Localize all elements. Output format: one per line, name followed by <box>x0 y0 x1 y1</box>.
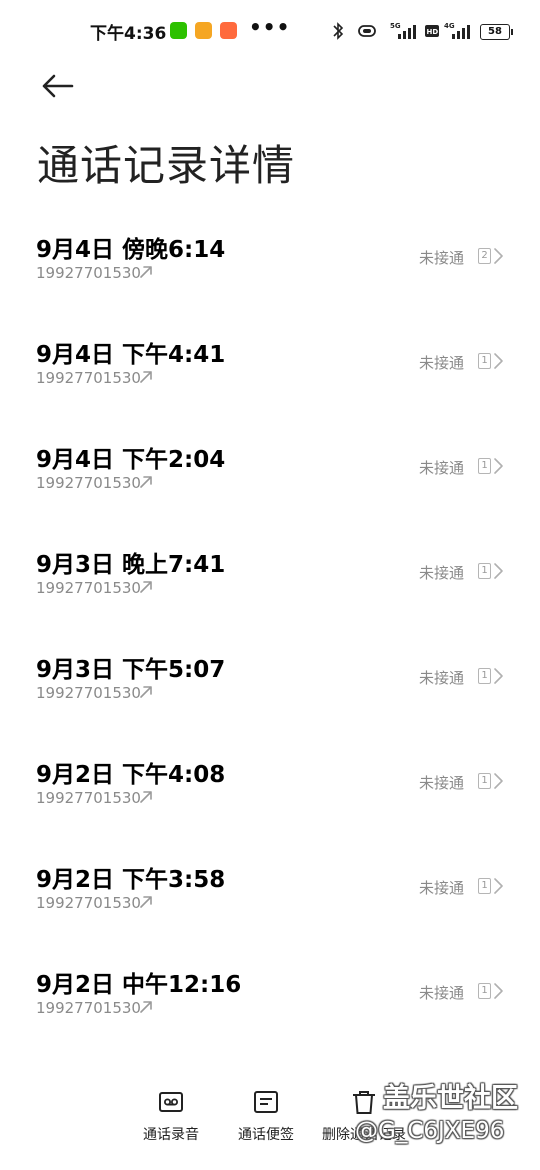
call-time: 9月3日 晚上7:41 <box>36 552 226 578</box>
call-recording-label: 通话录音 <box>143 1127 199 1143</box>
call-time: 9月3日 下午5:07 <box>36 657 226 683</box>
call-number: 19927701530 <box>36 684 141 702</box>
watermark-community: 盖乐世社区 <box>383 1083 518 1114</box>
call-recording-button[interactable]: 通话录音 <box>133 1082 209 1144</box>
call-attempt-count: 1 <box>478 353 491 369</box>
call-log-row[interactable]: 9月4日 下午2:04 19927701530 未接通 1 <box>0 420 540 525</box>
chevron-right-icon <box>494 248 503 264</box>
call-attempt-count: 1 <box>478 458 491 474</box>
chevron-right-icon <box>494 458 503 474</box>
wechat-icon <box>170 22 187 39</box>
call-log-row[interactable]: 9月2日 中午12:16 19927701530 未接通 1 <box>0 945 540 1050</box>
call-number: 19927701530 <box>36 894 141 912</box>
svg-text:5G: 5G <box>390 22 401 30</box>
call-log-row[interactable]: 9月3日 下午5:07 19927701530 未接通 1 <box>0 630 540 735</box>
call-status: 未接通 <box>419 249 465 267</box>
call-attempt-count: 1 <box>478 983 491 999</box>
call-log-row[interactable]: 9月4日 傍晚6:14 19927701530 未接通 2 <box>0 210 540 315</box>
shop-app-icon <box>220 22 237 39</box>
call-status: 未接通 <box>419 774 465 792</box>
call-attempt-count: 1 <box>478 773 491 789</box>
chevron-right-icon <box>494 773 503 789</box>
bluetooth-icon <box>333 22 344 40</box>
call-time: 9月4日 傍晚6:14 <box>36 237 226 263</box>
chevron-right-icon <box>494 353 503 369</box>
call-log-row[interactable]: 9月2日 下午4:08 19927701530 未接通 1 <box>0 735 540 840</box>
call-attempt-count: 1 <box>478 563 491 579</box>
call-number: 19927701530 <box>36 369 141 387</box>
call-note-label: 通话便签 <box>238 1127 294 1143</box>
call-time: 9月4日 下午2:04 <box>36 447 226 473</box>
call-log-row[interactable]: 9月3日 晚上7:41 19927701530 未接通 1 <box>0 525 540 630</box>
outgoing-call-icon <box>140 791 152 803</box>
watermark-user: @G_C6JXE96 <box>355 1118 505 1144</box>
outgoing-call-icon <box>140 1001 152 1013</box>
call-attempt-count: 1 <box>478 878 491 894</box>
call-detail-screen: 下午4:36 ••• 5G HD 4G 58 通话记录详情 9月4日 傍晚6:1… <box>0 0 540 1170</box>
status-bar: 下午4:36 ••• 5G HD 4G 58 <box>0 0 540 62</box>
svg-text:HD: HD <box>427 28 439 36</box>
note-icon <box>254 1091 278 1113</box>
call-number: 19927701530 <box>36 474 141 492</box>
call-attempt-count: 2 <box>478 248 491 264</box>
call-time: 9月4日 下午4:41 <box>36 342 226 368</box>
status-time: 下午4:36 <box>90 24 167 44</box>
svg-text:4G: 4G <box>444 22 455 30</box>
call-log-row[interactable]: 9月2日 下午3:58 19927701530 未接通 1 <box>0 840 540 945</box>
call-status: 未接通 <box>419 984 465 1002</box>
call-time: 9月2日 下午4:08 <box>36 762 226 788</box>
battery-icon: 58 <box>480 20 514 42</box>
outgoing-call-icon <box>140 896 152 908</box>
call-status: 未接通 <box>419 354 465 372</box>
outgoing-call-icon <box>140 581 152 593</box>
call-note-button[interactable]: 通话便签 <box>228 1082 304 1144</box>
call-number: 19927701530 <box>36 999 141 1017</box>
outgoing-call-icon <box>140 371 152 383</box>
call-status: 未接通 <box>419 879 465 897</box>
page-title: 通话记录详情 <box>37 141 296 190</box>
call-log-row[interactable]: 9月4日 下午4:41 19927701530 未接通 1 <box>0 315 540 420</box>
notes-app-icon <box>195 22 212 39</box>
call-number: 19927701530 <box>36 579 141 597</box>
call-log-list: 9月4日 傍晚6:14 19927701530 未接通 2 9月4日 下午4:41 199… <box>0 210 540 1050</box>
call-status: 未接通 <box>419 564 465 582</box>
recording-icon <box>159 1092 183 1112</box>
trash-icon <box>353 1091 375 1114</box>
outgoing-call-icon <box>140 266 152 278</box>
call-status: 未接通 <box>419 459 465 477</box>
call-status: 未接通 <box>419 669 465 687</box>
call-attempt-count: 1 <box>478 668 491 684</box>
chevron-right-icon <box>494 563 503 579</box>
call-number: 19927701530 <box>36 789 141 807</box>
chevron-right-icon <box>494 668 503 684</box>
battery-level: 58 <box>480 24 510 40</box>
chevron-right-icon <box>494 983 503 999</box>
signal-5g-icon: 5G <box>390 22 416 39</box>
call-number: 19927701530 <box>36 264 141 282</box>
back-arrow-icon[interactable] <box>38 68 78 104</box>
signal-4g-icon: 4G <box>444 22 470 39</box>
hd-icon: HD <box>425 25 439 37</box>
call-time: 9月2日 下午3:58 <box>36 867 226 893</box>
vibrate-icon <box>358 25 376 37</box>
more-notifications-icon: ••• <box>249 15 291 39</box>
chevron-right-icon <box>494 878 503 894</box>
call-time: 9月2日 中午12:16 <box>36 972 242 998</box>
outgoing-call-icon <box>140 476 152 488</box>
outgoing-call-icon <box>140 686 152 698</box>
